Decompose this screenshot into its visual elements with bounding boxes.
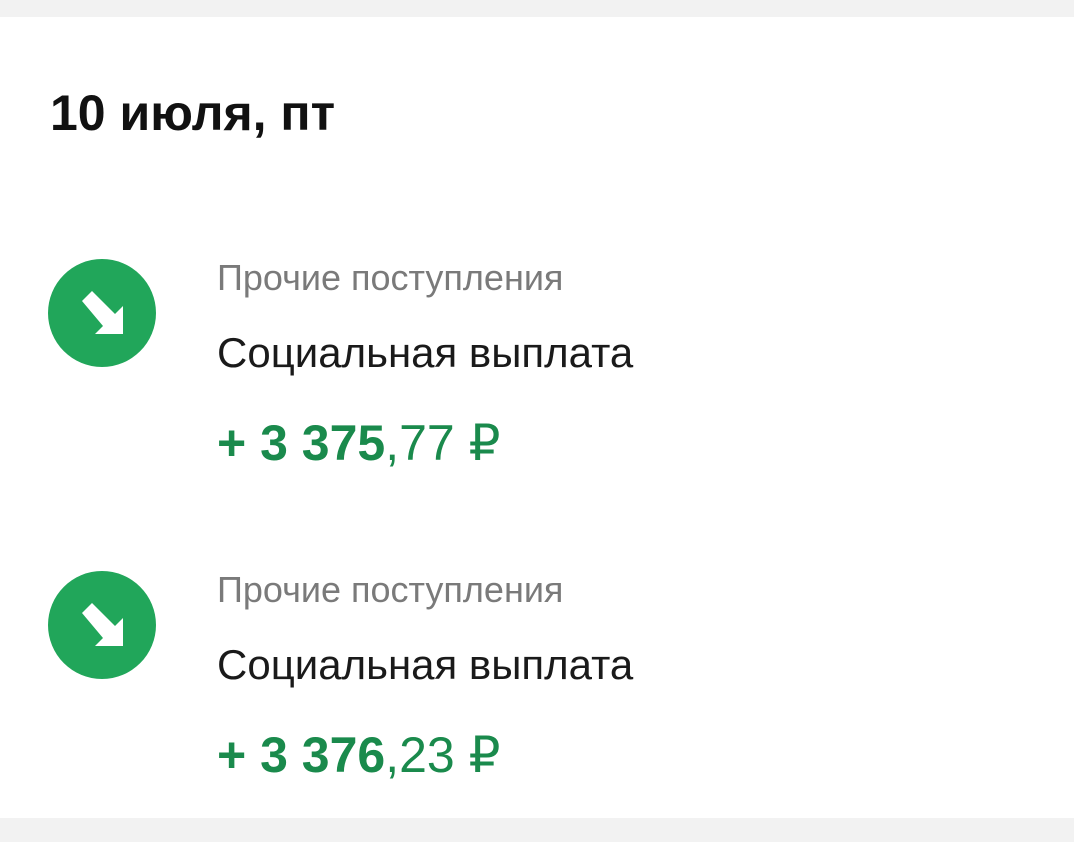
transaction-amount: + 3 375,77 ₽ <box>217 413 500 473</box>
transaction-category: Прочие поступления <box>217 569 564 610</box>
amount-fraction: ,77 ₽ <box>385 415 501 471</box>
transaction-title: Социальная выплата <box>217 329 634 376</box>
amount-main: + 3 375 <box>217 415 386 471</box>
incoming-arrow-icon <box>48 571 156 679</box>
amount-main: + 3 376 <box>217 727 386 783</box>
amount-fraction: ,23 ₽ <box>385 727 501 783</box>
incoming-arrow-icon <box>48 259 156 367</box>
transactions-card: 10 июля, пт Прочие поступления Социальна… <box>0 17 1074 818</box>
date-heading: 10 июля, пт <box>50 85 336 141</box>
transaction-amount: + 3 376,23 ₽ <box>217 725 500 785</box>
transaction-title: Социальная выплата <box>217 641 634 688</box>
transaction-category: Прочие поступления <box>217 257 564 298</box>
transaction-item[interactable]: Прочие поступления Социальная выплата + … <box>0 547 1074 807</box>
transaction-item[interactable]: Прочие поступления Социальная выплата + … <box>0 235 1074 495</box>
